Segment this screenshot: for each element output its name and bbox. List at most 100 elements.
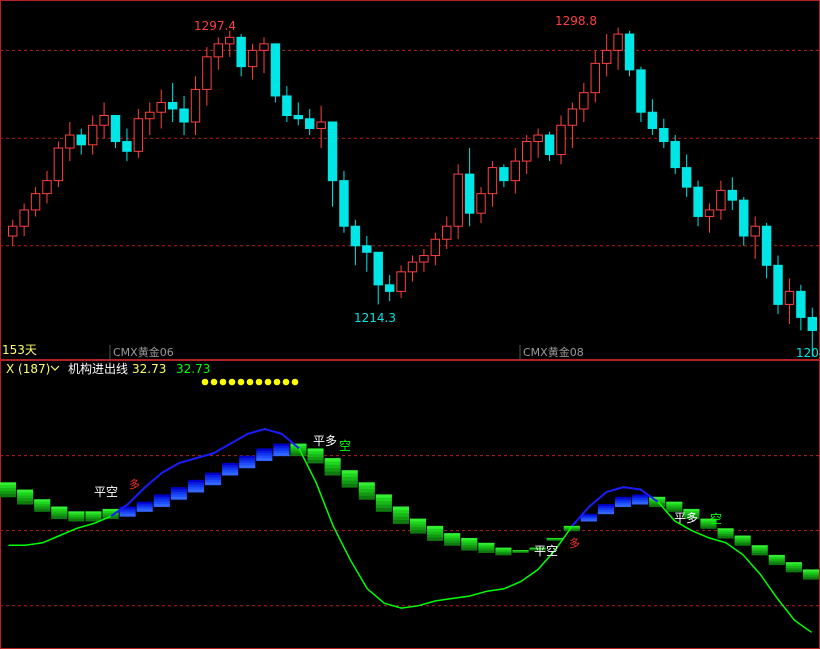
block-blue — [170, 496, 187, 500]
block-green — [341, 473, 358, 478]
candle-down — [647, 111, 658, 130]
block-green — [324, 461, 341, 466]
block-green — [392, 506, 409, 511]
block-green — [512, 551, 529, 553]
candle-up — [487, 167, 498, 195]
candle-up — [419, 255, 429, 263]
signal-flat-long: 平多 — [674, 511, 698, 525]
candle-up — [579, 92, 589, 110]
block-green — [324, 471, 341, 476]
candle-down — [350, 225, 361, 247]
block-green — [392, 513, 409, 518]
signal-dot — [255, 378, 263, 386]
block-green — [34, 508, 51, 512]
candle-up — [316, 121, 326, 130]
candle-up — [87, 124, 98, 146]
candle-up — [65, 134, 75, 149]
candle-up — [442, 225, 452, 240]
block-blue — [239, 465, 256, 469]
series-line-blue — [179, 457, 197, 464]
signal-flat-short: 平空 — [94, 485, 118, 499]
candle-up — [533, 134, 543, 143]
block-green — [324, 464, 341, 469]
chart-stage: 1297.4 1298.8 1214.3 1204 153天 CMX黄金06 CMX黄金08… — [0, 0, 820, 649]
last-low-label: 1204 — [796, 346, 820, 360]
candle-down — [499, 167, 509, 182]
block-blue — [580, 519, 597, 522]
block-green — [392, 509, 409, 514]
candle-down — [761, 225, 772, 266]
block-green — [392, 516, 409, 521]
block-green — [0, 490, 17, 495]
chevron-down-icon[interactable] — [50, 365, 60, 371]
candle-up — [190, 88, 201, 123]
block-green — [341, 480, 358, 485]
candle-up — [510, 160, 521, 182]
candle-up — [601, 49, 612, 64]
block-green — [307, 451, 324, 455]
signal-short: 空 — [339, 439, 351, 453]
block-green — [375, 497, 392, 502]
signal-flat-short: 平空 — [534, 544, 558, 558]
candle-down — [681, 167, 692, 188]
candle-up — [704, 209, 715, 217]
block-green — [358, 495, 375, 500]
candle-down — [236, 36, 246, 68]
candle-up — [99, 114, 109, 126]
block-green — [358, 489, 375, 493]
block-green — [51, 516, 68, 520]
candle-down — [796, 290, 806, 318]
candle-down — [636, 69, 646, 113]
block-green — [392, 520, 409, 524]
series-line-blue — [213, 442, 232, 455]
block-green — [444, 542, 461, 546]
block-green — [341, 483, 358, 488]
candle-up — [476, 193, 486, 214]
candle-up — [613, 33, 623, 51]
signal-long: 多 — [129, 477, 140, 491]
candle-up — [750, 225, 760, 237]
block-green — [375, 494, 392, 499]
series-line-blue — [161, 462, 180, 474]
candle-up — [247, 49, 258, 68]
high-label: 1298.8 — [555, 14, 597, 28]
indicator-name: X (187) — [6, 362, 50, 376]
series-line-blue — [144, 471, 163, 488]
block-green — [410, 521, 427, 525]
candle-down — [282, 95, 292, 116]
candle-down — [384, 284, 395, 292]
series-line-blue — [230, 433, 249, 445]
block-green — [0, 485, 17, 489]
candle-up — [8, 225, 18, 237]
candle-up — [225, 36, 235, 45]
block-green — [290, 453, 307, 457]
candle-down — [739, 199, 749, 237]
series-line-blue — [264, 428, 283, 435]
block-green — [427, 537, 444, 541]
candle-down — [179, 108, 189, 123]
block-green — [478, 550, 495, 553]
block-green — [324, 468, 341, 473]
block-green — [495, 553, 512, 556]
low-label: 1214.3 — [354, 311, 396, 325]
signal-dot — [291, 378, 299, 386]
candle-up — [213, 43, 224, 58]
candle-down — [670, 141, 680, 169]
signal-dot — [201, 378, 209, 386]
series-line-blue — [247, 428, 266, 435]
candle-down — [464, 173, 475, 214]
block-green — [341, 470, 358, 475]
block-green — [751, 552, 768, 556]
candle-down — [373, 251, 383, 286]
signal-dot — [273, 378, 281, 386]
candle-down — [270, 43, 281, 97]
block-green — [17, 501, 34, 505]
candle-down — [624, 33, 635, 71]
block-blue — [187, 489, 204, 493]
series-line-blue — [623, 486, 641, 491]
block-green — [700, 526, 717, 529]
candle-up — [567, 108, 578, 126]
block-green — [461, 547, 478, 551]
candle-down — [167, 101, 178, 110]
candle-up — [42, 180, 52, 195]
